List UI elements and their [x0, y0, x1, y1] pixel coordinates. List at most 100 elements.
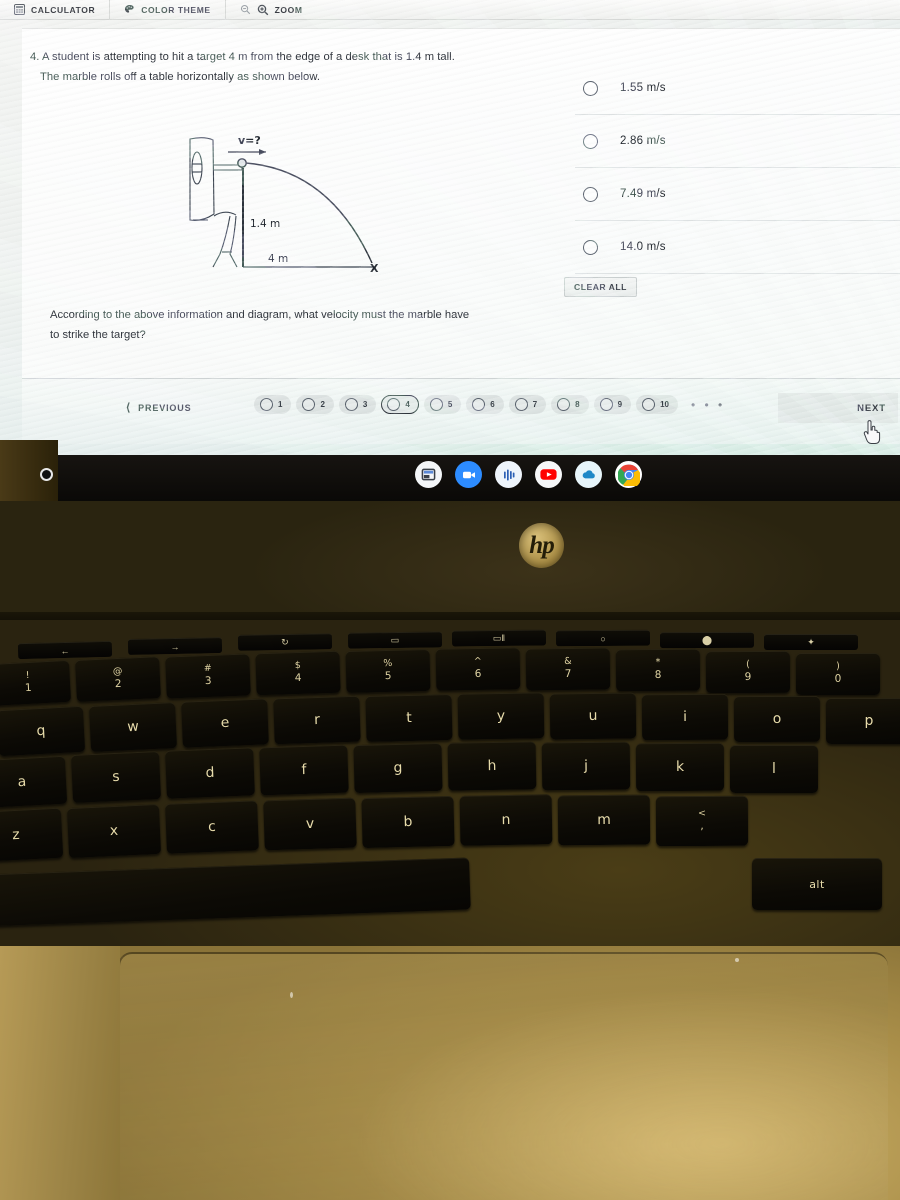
keyboard-deck: ← → ↻ ▭ ▭‖ ○ ⬤ ✦ ! 1 @2 #3 $4 % 5 ^ 6 & 7 * 8… [0, 620, 900, 950]
zoom-video-icon[interactable] [455, 461, 482, 488]
key-p[interactable]: p [826, 698, 900, 744]
question-dot-2[interactable]: 2 [296, 395, 334, 414]
key-1[interactable]: ! 1 [0, 659, 72, 707]
key-n[interactable]: n [459, 794, 553, 846]
key-v[interactable]: v [263, 797, 357, 851]
key-d[interactable]: d [165, 747, 255, 799]
key-g[interactable]: g [353, 742, 443, 794]
next-label: NEXT [857, 402, 886, 414]
previous-button[interactable]: ⟨ PREVIOUS [126, 401, 191, 414]
answer-option-2[interactable]: 2.86 m/s [575, 115, 900, 168]
key-o[interactable]: o [733, 695, 821, 743]
question-dot-9[interactable]: 9 [593, 395, 632, 414]
key-y[interactable]: y [457, 692, 545, 740]
fullscreen-key[interactable]: ▭ [347, 631, 443, 649]
answer-option-3[interactable]: 7.49 m/s [575, 168, 900, 221]
key-comma[interactable]: <, [655, 795, 749, 847]
cloud-app-icon[interactable] [575, 461, 602, 488]
chrome-icon[interactable] [615, 461, 642, 488]
radio-button-1[interactable] [583, 80, 598, 96]
key-2[interactable]: @2 [75, 656, 161, 702]
key-k[interactable]: k [635, 742, 725, 792]
key-a[interactable]: a [0, 755, 68, 809]
key-z[interactable]: z [0, 807, 64, 863]
key-u[interactable]: u [549, 692, 637, 740]
key-8[interactable]: * 8 [615, 648, 701, 692]
answer-option-4[interactable]: 14.0 m/s [575, 221, 900, 274]
answer-label-2: 2.86 m/s [620, 135, 666, 147]
files-window-icon[interactable] [415, 461, 442, 488]
overview-key[interactable]: ▭‖ [451, 629, 547, 647]
question-dot-5[interactable]: 5 [423, 395, 462, 414]
radio-button-3[interactable] [583, 186, 598, 202]
key-f[interactable]: f [259, 744, 349, 796]
back-icon: ← [60, 645, 70, 656]
key-x[interactable]: x [66, 803, 162, 859]
key-m[interactable]: m [557, 794, 651, 846]
next-button[interactable]: NEXT [778, 393, 898, 423]
question-number-10: 10 [660, 400, 669, 409]
key-t[interactable]: t [365, 693, 453, 743]
question-dot-6[interactable]: 6 [466, 395, 504, 414]
mute-key[interactable]: ✦ [764, 634, 858, 650]
question-navigation-bar: ⟨ PREVIOUS 1 2 3 4 5 6 7 8 9 10 • • • NE… [22, 378, 900, 444]
radio-button-4[interactable] [583, 239, 598, 255]
fullscreen-icon: ▭ [390, 634, 400, 646]
youtube-icon[interactable] [535, 461, 562, 488]
calculator-icon [14, 4, 25, 15]
key-l[interactable]: l [730, 745, 818, 793]
question-dot-1[interactable]: 1 [254, 395, 292, 414]
key-c[interactable]: c [165, 800, 259, 854]
key-h[interactable]: h [447, 741, 537, 791]
back-key[interactable]: ← [17, 640, 113, 660]
reload-key[interactable]: ↻ [237, 633, 333, 651]
question-ring-1 [260, 398, 273, 411]
key-7[interactable]: & 7 [525, 647, 611, 691]
question-prompt: According to the above information and d… [50, 305, 550, 345]
key-9[interactable]: (9 [705, 650, 791, 694]
brightness-down-key[interactable]: ○ [555, 629, 651, 647]
prompt-line-1: According to the above information and d… [50, 309, 470, 321]
question-dot-3[interactable]: 3 [338, 395, 377, 414]
trackpad[interactable] [118, 952, 888, 1200]
more-questions-ellipsis[interactable]: • • • [691, 398, 725, 412]
key-3[interactable]: #3 [165, 653, 251, 699]
question-dot-7[interactable]: 7 [508, 395, 547, 414]
key-5[interactable]: % 5 [345, 648, 431, 694]
laptop-photo: CALCULATOR COLOR THEME ZOOM 4. A student… [0, 0, 900, 1200]
question-dot-10[interactable]: 10 [636, 395, 678, 414]
forward-key[interactable]: → [127, 637, 223, 655]
magnifier-plus-icon[interactable] [257, 4, 269, 16]
calculator-button[interactable]: CALCULATOR [0, 0, 111, 20]
question-ring-8 [557, 398, 571, 411]
brightness-up-key[interactable]: ⬤ [659, 631, 755, 649]
brightness-up-icon: ⬤ [701, 634, 713, 646]
key-w[interactable]: w [89, 702, 177, 752]
key-6[interactable]: ^ 6 [435, 647, 521, 691]
key-i[interactable]: i [641, 693, 729, 741]
clear-all-button[interactable]: CLEAR ALL [564, 277, 637, 297]
magnifier-minus-icon[interactable] [240, 4, 251, 15]
key-0[interactable]: ) 0 [796, 653, 880, 695]
question-number-5: 5 [447, 400, 453, 409]
key-j[interactable]: j [541, 741, 631, 791]
key-space[interactable] [0, 857, 471, 927]
height-label: 1.4 m [250, 218, 280, 230]
key-r[interactable]: r [273, 695, 361, 745]
color-theme-button[interactable]: COLOR THEME [110, 0, 226, 20]
key-s[interactable]: s [70, 751, 162, 803]
key-4[interactable]: $4 [255, 650, 341, 696]
question-number-7: 7 [532, 400, 538, 409]
key-b[interactable]: b [361, 795, 455, 849]
question-ring-10 [642, 398, 656, 411]
answer-label-1: 1.55 m/s [620, 82, 666, 94]
key-q[interactable]: q [0, 705, 86, 757]
radio-button-2[interactable] [583, 133, 598, 149]
answer-option-1[interactable]: 1.55 m/s [575, 62, 900, 115]
question-dot-4[interactable]: 4 [381, 395, 419, 414]
key-alt[interactable]: alt [752, 858, 882, 910]
audio-app-icon[interactable] [495, 461, 522, 488]
zoom-controls[interactable]: ZOOM [226, 0, 317, 20]
question-dot-8[interactable]: 8 [551, 395, 589, 414]
key-e[interactable]: e [181, 698, 269, 748]
